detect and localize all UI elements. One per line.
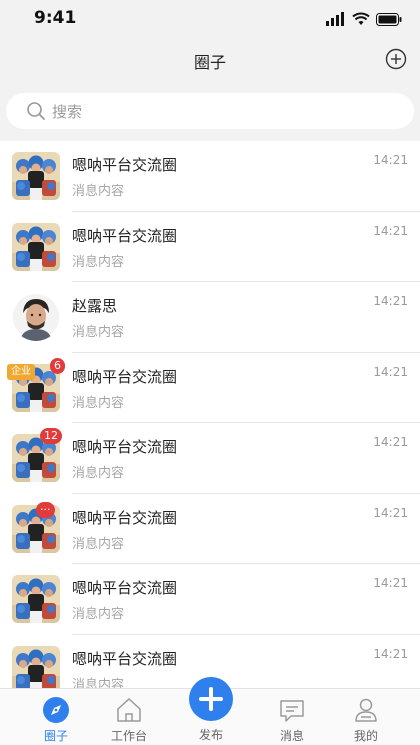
signal-icon	[326, 12, 344, 26]
group-avatar: 12	[12, 428, 62, 482]
person-avatar	[12, 293, 60, 341]
conversation-list: 嗯呐平台交流圈 消息内容 14:21 嗯呐平台交流圈 消息内容 14:21 赵露思 消息内容 1…	[0, 141, 420, 688]
message-preview: 消息内容	[72, 254, 125, 270]
profile-icon	[355, 698, 377, 722]
list-item[interactable]: 赵露思消息内容 14:21	[0, 282, 420, 353]
tab-messages[interactable]: 消息	[262, 689, 322, 745]
message-time: 14:21	[373, 294, 408, 308]
message-time: 14:21	[373, 435, 408, 449]
tab-label: 工作台	[110, 729, 147, 743]
tab-label: 消息	[279, 729, 304, 743]
message-preview: 消息内容	[72, 325, 125, 340]
list-item[interactable]: 12 嗯呐平台交流圈 消息内容 14:21	[0, 423, 420, 494]
group-avatar	[12, 575, 60, 623]
list-item[interactable]: 嗯呐平台交流圈 消息内容 14:21	[0, 212, 420, 282]
search-bar[interactable]: 搜索	[6, 93, 414, 129]
group-avatar: ···	[12, 501, 60, 553]
conversation-name: 嗯呐平台交流圈	[72, 508, 178, 527]
message-time: 14:21	[373, 223, 408, 238]
message-preview: 消息内容	[72, 607, 125, 622]
tab-circle[interactable]: 圈子	[26, 689, 86, 745]
status-bar: 9:41	[0, 0, 420, 38]
enterprise-tag: 企业	[7, 363, 35, 380]
message-preview: 消息内容	[72, 677, 125, 689]
message-time: 14:21	[373, 646, 408, 661]
home-icon	[117, 698, 141, 722]
message-time: 14:21	[373, 576, 408, 590]
conversation-name: 嗯呐平台交流圈	[72, 367, 178, 386]
system-icons	[326, 11, 402, 27]
message-time: 14:21	[373, 364, 408, 379]
unread-badge: 12	[40, 428, 62, 444]
page-title: 圈子	[193, 53, 226, 72]
message-preview: 消息内容	[72, 466, 125, 481]
navigation-bar: 圈子	[0, 38, 420, 82]
unread-badge: ···	[36, 501, 55, 518]
tab-profile[interactable]: 我的	[336, 689, 396, 745]
search-icon	[27, 102, 45, 120]
group-avatar	[12, 645, 60, 688]
list-item[interactable]: 嗯呐平台交流圈 消息内容 14:21	[0, 141, 420, 212]
conversation-name: 嗯呐平台交流圈	[72, 649, 178, 668]
add-circle-icon[interactable]	[385, 48, 407, 70]
battery-icon	[376, 12, 402, 26]
compass-icon	[43, 697, 69, 723]
conversation-name: 嗯呐平台交流圈	[72, 579, 178, 597]
conversation-name: 嗯呐平台交流圈	[72, 438, 178, 456]
message-time: 14:21	[373, 153, 408, 167]
conversation-name: 赵露思	[72, 297, 118, 315]
search-placeholder: 搜索	[52, 102, 83, 121]
plus-icon	[199, 687, 223, 711]
list-item[interactable]: 嗯呐平台交流圈 消息内容 14:21	[0, 564, 420, 635]
group-avatar	[12, 152, 60, 200]
message-icon	[280, 700, 304, 722]
conversation-name: 嗯呐平台交流圈	[72, 156, 178, 174]
status-time: 9:41	[34, 8, 77, 28]
tab-label: 圈子	[43, 729, 68, 743]
message-preview: 消息内容	[72, 184, 125, 199]
tab-label: 我的	[353, 729, 378, 743]
publish-button[interactable]	[189, 677, 233, 721]
message-preview: 消息内容	[72, 395, 125, 411]
group-avatar	[12, 222, 60, 271]
conversation-name: 嗯呐平台交流圈	[72, 226, 178, 245]
message-time: 14:21	[373, 505, 408, 520]
wifi-icon	[352, 12, 370, 25]
list-item[interactable]: ··· 嗯呐平台交流圈 消息内容 14:21	[0, 494, 420, 564]
list-item[interactable]: 企业 6 嗯呐平台交流圈 消息内容 14:21	[0, 353, 420, 423]
message-preview: 消息内容	[72, 536, 125, 552]
publish-label: 发布	[198, 728, 223, 742]
group-avatar: 企业 6	[7, 357, 65, 412]
unread-badge: 6	[50, 357, 65, 374]
tab-workbench[interactable]: 工作台	[99, 689, 159, 745]
